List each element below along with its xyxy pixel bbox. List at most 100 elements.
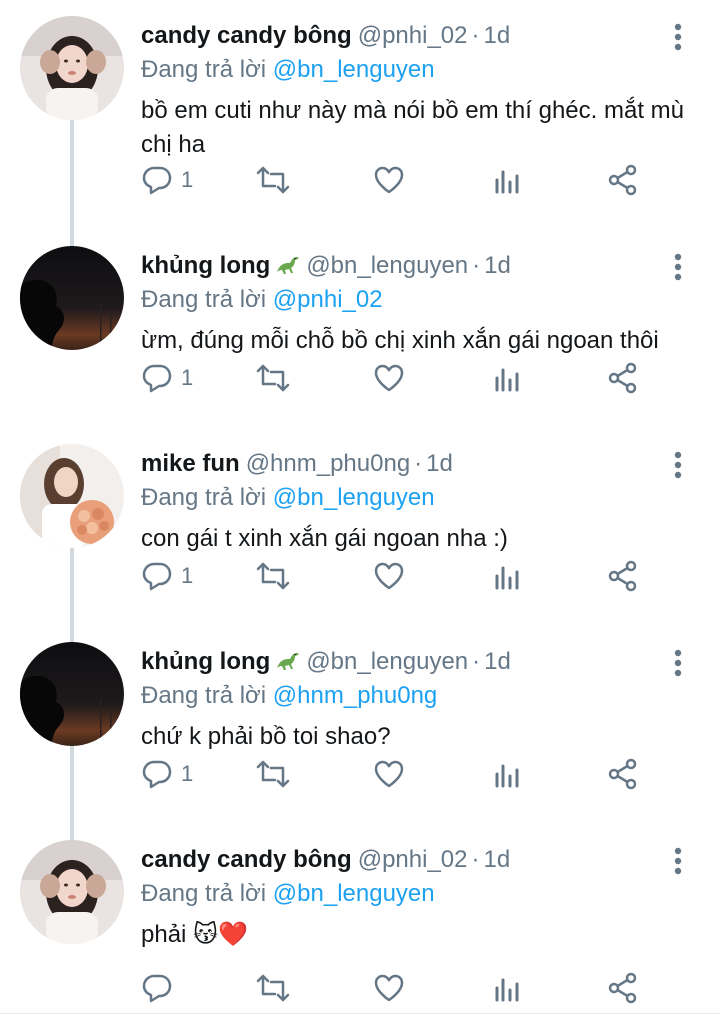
reply-icon [142,562,172,591]
retweet-icon [256,974,290,1002]
mention-link[interactable]: @bn_lenguyen [273,880,435,907]
retweet-icon [256,760,290,788]
tweet[interactable]: candy candy bông @pnhi_02 · 1d Đang trả lời… [0,0,720,198]
tweet[interactable]: mike fun @hnm_phu0ng · 1d Đang trả lời @bn_… [0,428,720,626]
timestamp[interactable]: 1d [483,22,510,49]
user-handle[interactable]: @hnm_phu0ng [246,450,410,477]
like-button[interactable] [373,970,405,1006]
tweet[interactable]: khủng long @bn_lenguyen · 1d Đang trả lời @… [0,230,720,428]
dinosaur-icon [274,252,300,285]
timestamp[interactable]: 1d [483,846,510,873]
tweet-text: con gái t xinh xắn gái ngoan nha :) [141,525,508,552]
share-button[interactable] [607,162,639,198]
avatar[interactable] [20,444,124,548]
user-handle[interactable]: @pnhi_02 [358,22,468,49]
replying-to: Đang trả lời @hnm_phu0ng [141,680,437,712]
like-button[interactable] [373,558,405,594]
retweet-button[interactable] [255,360,291,396]
tweet[interactable]: candy candy bông @pnhi_02 · 1d Đang trả lời… [0,824,720,1022]
display-name[interactable]: candy candy bông [141,22,352,49]
heart-icon [374,974,404,1002]
more-options-icon[interactable] [668,648,688,678]
user-handle[interactable]: @bn_lenguyen [306,648,468,675]
divider [0,1013,720,1014]
analytics-icon [495,368,519,392]
timestamp[interactable]: 1d [426,450,453,477]
timestamp[interactable]: 1d [484,252,511,279]
replying-to-label: Đang trả lời [141,286,267,313]
reply-button[interactable]: 1 [141,360,193,396]
more-options-icon[interactable] [668,450,688,480]
analytics-button[interactable] [491,970,523,1006]
action-bar [141,970,701,1006]
display-name[interactable]: khủng long [141,252,270,279]
analytics-button[interactable] [491,162,523,198]
dinosaur-icon [274,648,300,681]
replying-to: Đang trả lời @bn_lenguyen [141,54,435,86]
tweet[interactable]: khủng long @bn_lenguyen · 1d Đang trả lời @… [0,626,720,824]
heart-icon [374,364,404,392]
retweet-icon [256,364,290,392]
like-button[interactable] [373,756,405,792]
like-button[interactable] [373,162,405,198]
share-button[interactable] [607,360,639,396]
display-name[interactable]: mike fun [141,450,240,477]
mention-link[interactable]: @hnm_phu0ng [273,682,437,709]
avatar[interactable] [20,16,124,120]
retweet-icon [256,166,290,194]
replying-to-label: Đang trả lời [141,56,267,83]
user-handle[interactable]: @pnhi_02 [358,846,468,873]
share-icon [608,164,637,196]
retweet-button[interactable] [255,756,291,792]
reply-button[interactable]: 1 [141,756,193,792]
separator-dot: · [414,450,423,477]
more-options-icon[interactable] [668,22,688,52]
share-button[interactable] [607,756,639,792]
reply-count: 1 [181,365,194,390]
silhouette-sunset-avatar [20,246,124,350]
reply-icon [142,974,172,1003]
action-bar: 1 [141,756,701,792]
avatar[interactable] [20,840,124,944]
retweet-button[interactable] [255,970,291,1006]
tweet-text: bồ em cuti như này mà nói bồ em thí ghéc… [141,97,684,158]
tweet-text: ừm, đúng mỗi chỗ bồ chị xinh xắn gái ngo… [141,327,659,354]
more-options-icon[interactable] [668,252,688,282]
silhouette-sunset-avatar [20,642,124,746]
analytics-button[interactable] [491,756,523,792]
retweet-button[interactable] [255,558,291,594]
retweet-button[interactable] [255,162,291,198]
mention-link[interactable]: @pnhi_02 [273,286,383,313]
replying-to-label: Đang trả lời [141,682,267,709]
share-icon [608,560,637,592]
display-name[interactable]: candy candy bông [141,846,352,873]
share-button[interactable] [607,970,639,1006]
separator-dot: · [472,252,481,279]
replying-to: Đang trả lời @bn_lenguyen [141,878,435,910]
more-options-icon[interactable] [668,846,688,876]
separator-dot: · [472,648,481,675]
analytics-button[interactable] [491,360,523,396]
avatar[interactable] [20,246,124,350]
like-button[interactable] [373,360,405,396]
mention-link[interactable]: @bn_lenguyen [273,484,435,511]
tweet-text: phải 😽❤️ [141,921,248,948]
avatar[interactable] [20,642,124,746]
analytics-icon [495,764,519,788]
reply-button[interactable]: 1 [141,558,193,594]
share-icon [608,362,637,394]
analytics-button[interactable] [491,558,523,594]
girl-photo-avatar [20,16,124,120]
heart-icon [374,166,404,194]
display-name[interactable]: khủng long [141,648,270,675]
tweet-text: chứ k phải bồ toi shao? [141,723,391,750]
reply-button[interactable] [141,970,181,1006]
mention-link[interactable]: @bn_lenguyen [273,56,435,83]
share-button[interactable] [607,558,639,594]
share-icon [608,972,637,1004]
reply-button[interactable]: 1 [141,162,193,198]
user-handle[interactable]: @bn_lenguyen [306,252,468,279]
reply-count: 1 [181,563,194,588]
reply-icon [142,166,172,195]
timestamp[interactable]: 1d [484,648,511,675]
